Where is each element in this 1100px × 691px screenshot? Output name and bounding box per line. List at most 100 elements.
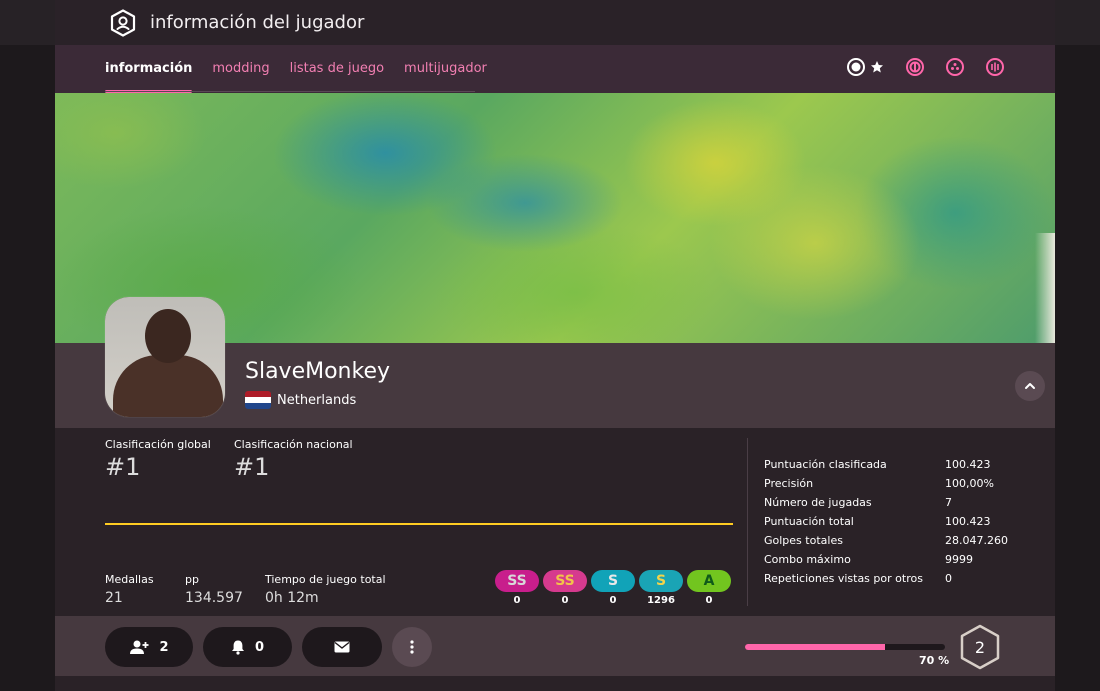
more-options-button[interactable] bbox=[392, 627, 432, 667]
detail-row: Precisión 100,00% bbox=[764, 477, 1044, 496]
grade-ss-count: 0 bbox=[561, 595, 569, 606]
page-header: información del jugador bbox=[55, 0, 1055, 45]
detail-value: 28.047.260 bbox=[945, 534, 1008, 547]
page-bottom bbox=[55, 676, 1055, 691]
grade-counts: SS 0 SS 0 S 0 S 1296 A 0 bbox=[495, 570, 735, 606]
global-rank-value: #1 bbox=[105, 453, 141, 481]
tab-listas-de-juego[interactable]: listas de juego bbox=[290, 45, 384, 93]
grade-s-count: 1296 bbox=[647, 595, 675, 606]
send-message-button[interactable] bbox=[302, 627, 382, 667]
grade-sh-badge: S bbox=[591, 570, 635, 592]
notifications-count: 0 bbox=[254, 639, 265, 655]
grade-ss-badge: SS bbox=[543, 570, 587, 592]
level-progress-bar bbox=[745, 644, 945, 650]
detail-row: Golpes totales 28.047.260 bbox=[764, 534, 1044, 553]
catch-mode-icon[interactable] bbox=[945, 57, 965, 77]
grade-s-badge: S bbox=[639, 570, 683, 592]
level-value: 2 bbox=[974, 637, 986, 657]
default-mode-star-icon bbox=[869, 59, 885, 75]
country-rank: Clasificación nacional #1 bbox=[234, 438, 353, 481]
medals-value: 21 bbox=[105, 590, 123, 606]
tab-informacion[interactable]: información bbox=[105, 45, 193, 93]
stats-section: Clasificación global #1 Clasificación na… bbox=[55, 428, 1055, 616]
bell-icon bbox=[231, 640, 244, 655]
detail-label: Número de jugadas bbox=[764, 496, 872, 509]
page-title: información del jugador bbox=[150, 12, 365, 33]
stats-divider bbox=[747, 438, 748, 606]
grade-ssh-count: 0 bbox=[513, 595, 521, 606]
username: SlaveMonkey bbox=[245, 359, 391, 384]
more-vertical-icon bbox=[410, 640, 414, 654]
global-rank: Clasificación global #1 bbox=[105, 438, 211, 481]
playtime-stat: Tiempo de juego total 0h 12m bbox=[265, 573, 386, 606]
envelope-icon bbox=[334, 641, 350, 653]
left-margin bbox=[0, 0, 55, 691]
detail-label: Precisión bbox=[764, 477, 814, 490]
netherlands-flag-icon bbox=[245, 391, 271, 409]
pp-label: pp bbox=[185, 573, 199, 586]
profile-actions: 2 0 70 % 2 bbox=[55, 616, 1055, 676]
detailed-stats: Puntuación clasificada 100.423 Precisión… bbox=[764, 458, 1044, 591]
add-friend-icon bbox=[130, 640, 149, 654]
detail-value: 100,00% bbox=[945, 477, 994, 490]
country-name: Netherlands bbox=[277, 392, 357, 408]
level-badge: 2 bbox=[957, 624, 1003, 670]
detail-row: Repeticiones vistas por otros 0 bbox=[764, 572, 1044, 591]
osu-mode-icon[interactable] bbox=[846, 57, 866, 77]
cover-paper-edge bbox=[1035, 233, 1055, 343]
level-progress-fill bbox=[745, 644, 885, 650]
grade-a: A 0 bbox=[687, 570, 731, 606]
detail-label: Repeticiones vistas por otros bbox=[764, 572, 923, 585]
medals-label: Medallas bbox=[105, 573, 154, 586]
detail-value: 100.423 bbox=[945, 458, 991, 471]
country-rank-value: #1 bbox=[234, 453, 270, 481]
grade-ssh-badge: SS bbox=[495, 570, 539, 592]
detail-label: Puntuación clasificada bbox=[764, 458, 887, 471]
collapse-button[interactable] bbox=[1015, 371, 1045, 401]
detail-value: 9999 bbox=[945, 553, 973, 566]
pp-stat: pp 134.597 bbox=[185, 573, 243, 606]
tabs-bar: información modding listas de juego mult… bbox=[55, 45, 1055, 93]
country-rank-label: Clasificación nacional bbox=[234, 438, 353, 451]
country[interactable]: Netherlands bbox=[245, 391, 356, 409]
playtime-value: 0h 12m bbox=[265, 590, 319, 606]
detail-label: Golpes totales bbox=[764, 534, 843, 547]
user-icon bbox=[108, 8, 138, 38]
pp-value: 134.597 bbox=[185, 590, 243, 606]
follow-mapping-button[interactable]: 0 bbox=[203, 627, 292, 667]
detail-row: Puntuación clasificada 100.423 bbox=[764, 458, 1044, 477]
detail-row: Combo máximo 9999 bbox=[764, 553, 1044, 572]
detail-value: 0 bbox=[945, 572, 952, 585]
add-friend-button[interactable]: 2 bbox=[105, 627, 193, 667]
detail-label: Puntuación total bbox=[764, 515, 854, 528]
friends-count: 2 bbox=[159, 639, 169, 655]
grade-sh-count: 0 bbox=[609, 595, 617, 606]
grade-ssh: SS 0 bbox=[495, 570, 539, 606]
mania-mode-icon[interactable] bbox=[985, 57, 1005, 77]
tab-modding[interactable]: modding bbox=[212, 45, 269, 93]
detail-label: Combo máximo bbox=[764, 553, 851, 566]
detail-value: 100.423 bbox=[945, 515, 991, 528]
grade-s: S 1296 bbox=[639, 570, 683, 606]
playtime-label: Tiempo de juego total bbox=[265, 573, 386, 586]
game-mode-selector bbox=[846, 57, 1005, 77]
detail-row: Puntuación total 100.423 bbox=[764, 515, 1044, 534]
avatar bbox=[105, 297, 225, 417]
grade-sh: S 0 bbox=[591, 570, 635, 606]
left-header-margin bbox=[0, 0, 55, 45]
grade-ss: SS 0 bbox=[543, 570, 587, 606]
rank-history-graph[interactable] bbox=[105, 523, 733, 525]
level-progress-label: 70 % bbox=[919, 654, 950, 667]
chevron-up-icon bbox=[1025, 383, 1035, 389]
right-margin bbox=[1055, 0, 1100, 691]
taiko-mode-icon[interactable] bbox=[905, 57, 925, 77]
tabs: información modding listas de juego mult… bbox=[105, 45, 507, 93]
tab-multijugador[interactable]: multijugador bbox=[404, 45, 487, 93]
grade-a-count: 0 bbox=[705, 595, 713, 606]
detail-value: 7 bbox=[945, 496, 952, 509]
right-header-margin bbox=[1055, 0, 1100, 45]
grade-a-badge: A bbox=[687, 570, 731, 592]
profile-header: SlaveMonkey Netherlands bbox=[55, 297, 1055, 428]
tabs-divider bbox=[105, 91, 475, 92]
global-rank-label: Clasificación global bbox=[105, 438, 211, 451]
